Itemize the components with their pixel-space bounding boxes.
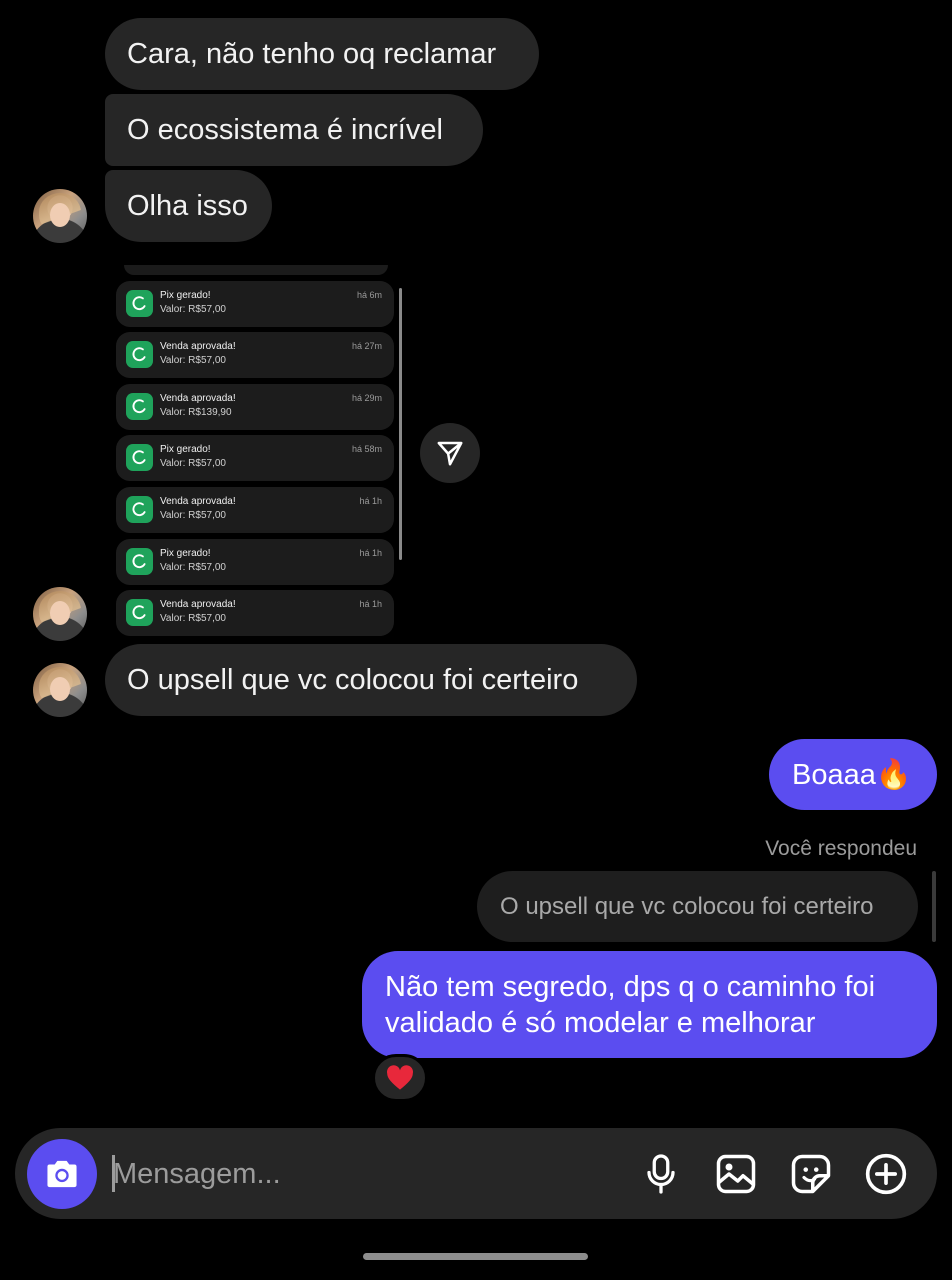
outgoing-message[interactable]: Não tem segredo, dps q o caminho foi val… bbox=[362, 951, 937, 1058]
heart-reaction[interactable] bbox=[372, 1054, 428, 1102]
notification-item: Venda aprovada! Valor: R$57,00 há 27m bbox=[116, 332, 394, 378]
incoming-message[interactable]: O ecossistema é incrível bbox=[105, 94, 483, 166]
incoming-message[interactable]: Olha isso bbox=[105, 170, 272, 242]
home-indicator[interactable] bbox=[363, 1253, 588, 1260]
notification-item: Pix gerado! Valor: R$57,00 há 58m bbox=[116, 435, 394, 481]
app-logo-icon bbox=[126, 393, 153, 420]
quote-text: O upsell que vc colocou foi certeiro bbox=[500, 892, 874, 920]
notification-item: Venda aprovada! Valor: R$57,00 há 1h bbox=[116, 590, 394, 636]
notification-title: Venda aprovada! bbox=[160, 393, 236, 404]
notification-time: há 29m bbox=[351, 393, 382, 403]
message-text: O upsell que vc colocou foi certeiro bbox=[127, 663, 579, 696]
notification-item: Venda aprovada! Valor: R$57,00 há 1h bbox=[116, 487, 394, 533]
notification-item: Pix gerado! Valor: R$57,00 há 1h bbox=[116, 539, 394, 585]
message-text-line: validado é só modelar e melhorar bbox=[385, 1007, 816, 1039]
message-text: Olha isso bbox=[127, 189, 248, 222]
outgoing-message[interactable]: Boaaa🔥 bbox=[769, 739, 937, 810]
replied-quote[interactable]: O upsell que vc colocou foi certeiro bbox=[477, 871, 918, 942]
heart-icon bbox=[387, 1065, 413, 1090]
notification-time: há 1h bbox=[359, 496, 382, 506]
notification-value: Valor: R$57,00 bbox=[160, 562, 226, 573]
app-logo-icon bbox=[126, 341, 153, 368]
message-text: Boaaa🔥 bbox=[792, 758, 912, 791]
notification-title: Venda aprovada! bbox=[160, 341, 236, 352]
avatar[interactable] bbox=[33, 663, 87, 717]
more-options-button[interactable] bbox=[862, 1150, 910, 1198]
avatar[interactable] bbox=[33, 189, 87, 243]
notification-title: Pix gerado! bbox=[160, 290, 211, 301]
gallery-button[interactable] bbox=[712, 1150, 760, 1198]
notification-value: Valor: R$57,00 bbox=[160, 304, 226, 315]
notification-value: Valor: R$139,90 bbox=[160, 407, 232, 418]
message-composer bbox=[15, 1128, 937, 1219]
notification-time: há 27m bbox=[351, 341, 382, 351]
notification-time: há 1h bbox=[359, 548, 382, 558]
notification-time: há 6m bbox=[356, 290, 382, 300]
image-top-edge bbox=[124, 265, 388, 275]
message-text: Cara, não tenho oq reclamar bbox=[127, 37, 497, 70]
notification-time: há 58m bbox=[351, 444, 382, 454]
send-icon bbox=[437, 441, 463, 466]
camera-icon bbox=[47, 1160, 77, 1188]
message-input[interactable] bbox=[111, 1148, 535, 1200]
microphone-button[interactable] bbox=[637, 1150, 685, 1198]
app-logo-icon bbox=[126, 444, 153, 471]
incoming-message[interactable]: O upsell que vc colocou foi certeiro bbox=[105, 644, 637, 716]
notification-item: Venda aprovada! Valor: R$139,90 há 29m bbox=[116, 384, 394, 430]
notification-value: Valor: R$57,00 bbox=[160, 613, 226, 624]
sticker-button[interactable] bbox=[787, 1150, 835, 1198]
notification-title: Venda aprovada! bbox=[160, 599, 236, 610]
image-scrollbar bbox=[399, 288, 402, 560]
share-button[interactable] bbox=[420, 423, 480, 483]
notification-value: Valor: R$57,00 bbox=[160, 510, 226, 521]
notification-title: Pix gerado! bbox=[160, 548, 211, 559]
plus-circle-icon bbox=[865, 1153, 907, 1195]
app-logo-icon bbox=[126, 496, 153, 523]
notification-value: Valor: R$57,00 bbox=[160, 458, 226, 469]
microphone-icon bbox=[647, 1154, 675, 1194]
message-text-line: Não tem segredo, dps q o caminho foi bbox=[385, 971, 876, 1003]
incoming-message[interactable]: Cara, não tenho oq reclamar bbox=[105, 18, 539, 90]
sticker-icon bbox=[791, 1154, 831, 1194]
gallery-icon bbox=[716, 1154, 756, 1194]
shared-image-notifications[interactable]: Pix gerado! Valor: R$57,00 há 6m Venda a… bbox=[112, 265, 404, 640]
avatar[interactable] bbox=[33, 587, 87, 641]
app-logo-icon bbox=[126, 548, 153, 575]
notification-time: há 1h bbox=[359, 599, 382, 609]
notification-item: Pix gerado! Valor: R$57,00 há 6m bbox=[116, 281, 394, 327]
reply-indicator-bar bbox=[932, 871, 936, 942]
notification-value: Valor: R$57,00 bbox=[160, 355, 226, 366]
app-logo-icon bbox=[126, 290, 153, 317]
message-text: O ecossistema é incrível bbox=[127, 113, 443, 146]
replied-label: Você respondeu bbox=[765, 837, 917, 860]
camera-button[interactable] bbox=[27, 1139, 97, 1209]
notification-title: Pix gerado! bbox=[160, 444, 211, 455]
notification-title: Venda aprovada! bbox=[160, 496, 236, 507]
app-logo-icon bbox=[126, 599, 153, 626]
